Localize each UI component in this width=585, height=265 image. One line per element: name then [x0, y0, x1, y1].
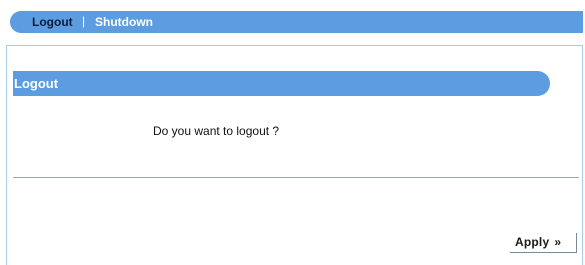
- apply-button[interactable]: Apply »: [510, 233, 577, 253]
- top-tab-bar: Logout | Shutdown: [10, 11, 583, 33]
- tab-separator: |: [82, 14, 86, 28]
- divider: [13, 177, 579, 178]
- apply-button-label: Apply: [515, 235, 550, 249]
- logout-prompt: Do you want to logout ?: [153, 124, 280, 138]
- section-header: Logout: [13, 71, 550, 96]
- chevron-right-icon: »: [554, 235, 562, 249]
- tab-logout[interactable]: Logout: [32, 11, 73, 33]
- tab-shutdown[interactable]: Shutdown: [95, 11, 153, 33]
- section-title: Logout: [14, 76, 59, 91]
